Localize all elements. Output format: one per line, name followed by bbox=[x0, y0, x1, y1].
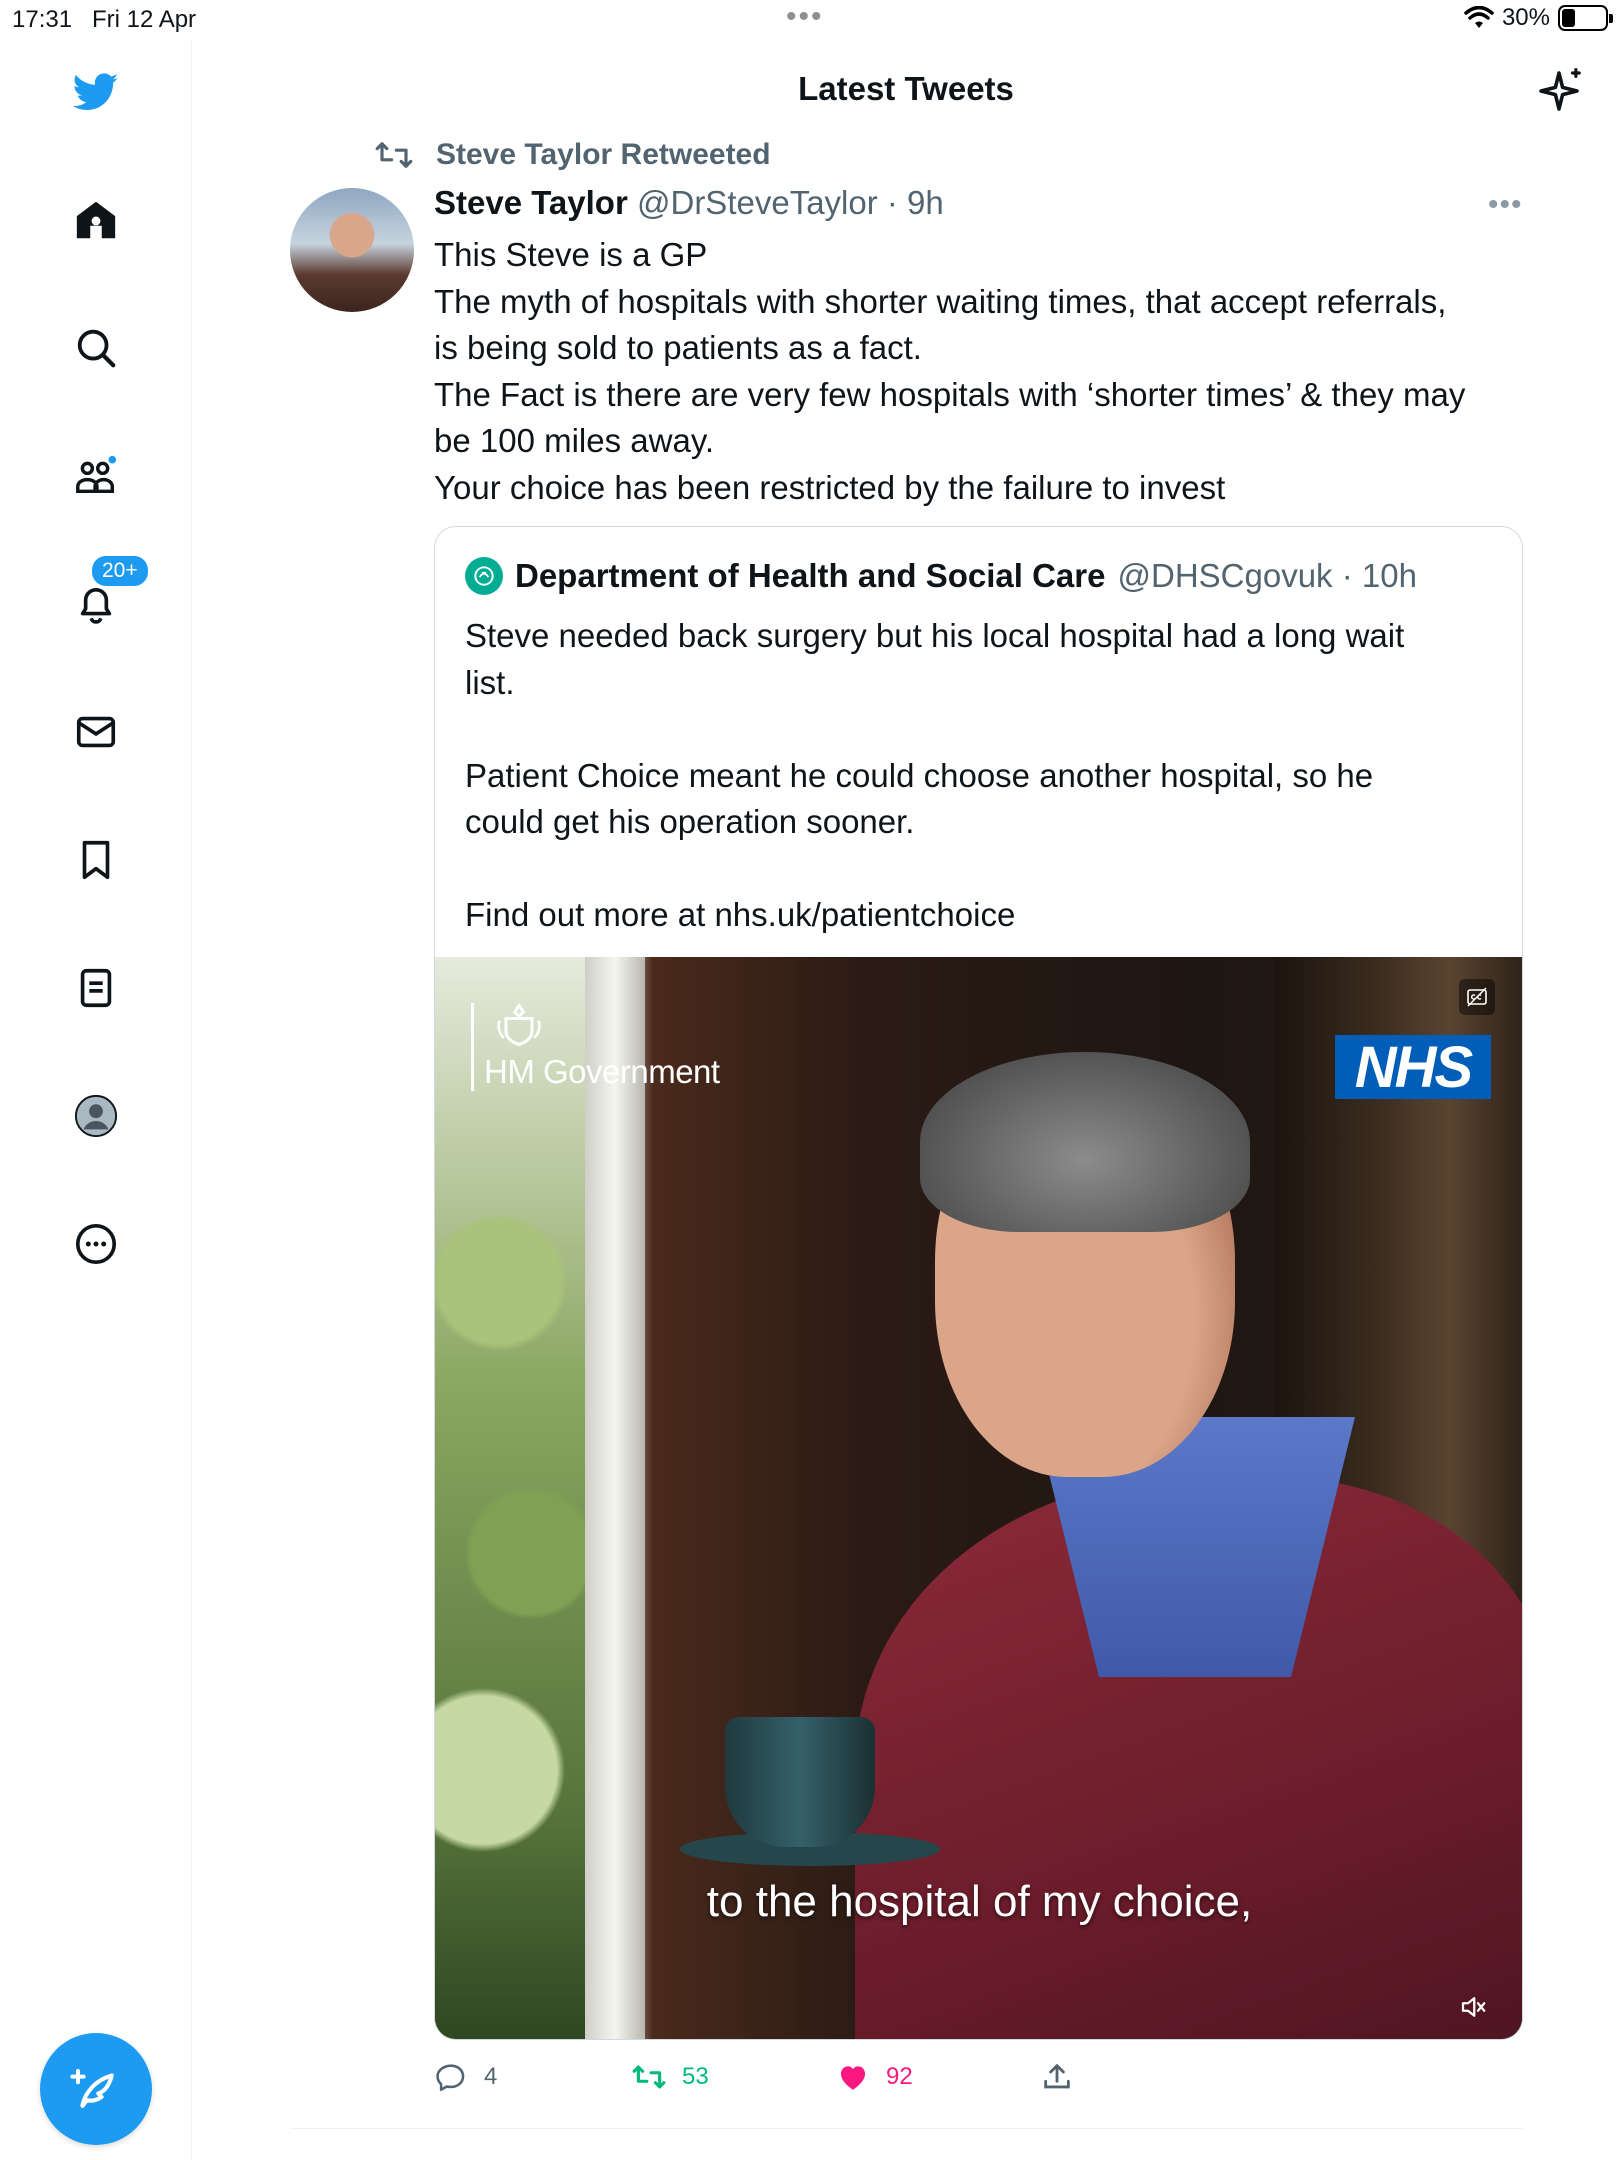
multitasking-dots-icon[interactable]: ••• bbox=[786, 0, 824, 34]
quoted-author-name[interactable]: Department of Health and Social Care bbox=[515, 557, 1105, 595]
tweet-text-line: The myth of hospitals with shorter waiti… bbox=[434, 282, 1447, 320]
hm-government-logo: HM Government bbox=[471, 1003, 720, 1091]
status-time: 17:31 bbox=[12, 6, 73, 33]
more-circle-icon[interactable] bbox=[70, 1218, 122, 1270]
messages-envelope-icon[interactable] bbox=[70, 706, 122, 758]
wifi-icon bbox=[1464, 6, 1494, 28]
status-date: Fri 12 Apr bbox=[92, 6, 197, 33]
status-right: 30% bbox=[1464, 4, 1613, 32]
notifications-badge: 20+ bbox=[90, 554, 150, 588]
profile-avatar-icon[interactable] bbox=[70, 1090, 122, 1142]
home-icon[interactable] bbox=[70, 194, 122, 246]
quoted-text-line: Find out more at nhs.uk/patientchoice bbox=[465, 896, 1016, 933]
tweet-actions: 4 53 92 bbox=[434, 2060, 1154, 2100]
tweet-text-line: Your choice has been restricted by the f… bbox=[434, 468, 1226, 506]
quoted-text-line: list. bbox=[465, 663, 515, 701]
reply-count: 4 bbox=[484, 2063, 498, 2090]
teacup bbox=[725, 1717, 875, 1847]
retweet-count: 53 bbox=[682, 2063, 709, 2090]
quoted-text-line: Patient Choice meant he could choose ano… bbox=[465, 756, 1374, 794]
tweet-text-line: be 100 miles away. bbox=[434, 422, 715, 459]
tweet-text: This Steve is a GP The myth of hospitals… bbox=[434, 232, 1514, 511]
status-bar: 17:31 Fri 12 Apr ••• 30% bbox=[0, 0, 1620, 40]
video-subtitle: to the hospital of my choice, bbox=[706, 1877, 1253, 1926]
retweet-action-icon bbox=[632, 2065, 666, 2089]
tweet-text-line: This Steve is a GP bbox=[434, 236, 708, 273]
retweeted-by-label: Steve Taylor Retweeted bbox=[436, 138, 771, 171]
author-meta[interactable]: @DrSteveTaylor · 9h bbox=[637, 184, 944, 221]
like-button[interactable]: 92 bbox=[836, 2060, 913, 2094]
retweet-button[interactable]: 53 bbox=[632, 2060, 709, 2094]
share-button[interactable] bbox=[1040, 2060, 1074, 2094]
like-count: 92 bbox=[886, 2063, 913, 2090]
quoted-text-line: could get his operation sooner. bbox=[465, 803, 915, 840]
author-avatar[interactable] bbox=[290, 188, 414, 312]
bookmark-icon[interactable] bbox=[70, 834, 122, 886]
retweet-context[interactable]: Steve Taylor Retweeted bbox=[374, 138, 771, 172]
quoted-header: Department of Health and Social Care @DH… bbox=[465, 557, 1417, 595]
page-title: Latest Tweets bbox=[798, 70, 1014, 107]
tweet-header: Steve Taylor @DrSteveTaylor · 9h bbox=[434, 184, 944, 222]
video-media[interactable]: HM Government NHS to the hospital of my … bbox=[435, 957, 1522, 2039]
tweet-more-icon[interactable]: ••• bbox=[1488, 188, 1523, 222]
compose-feather-icon bbox=[70, 2068, 114, 2108]
battery-percent: 30% bbox=[1501, 4, 1550, 31]
quoted-text-line bbox=[465, 846, 1485, 893]
tweet-text-line: The Fact is there are very few hospitals… bbox=[434, 375, 1466, 413]
author-name[interactable]: Steve Taylor bbox=[434, 184, 628, 221]
reply-icon bbox=[436, 2064, 465, 2092]
reply-button[interactable]: 4 bbox=[434, 2060, 497, 2094]
lists-icon[interactable] bbox=[70, 962, 122, 1014]
captions-icon[interactable] bbox=[1459, 979, 1495, 1015]
battery-icon bbox=[1558, 5, 1613, 31]
compose-tweet-button[interactable] bbox=[40, 2033, 152, 2145]
quoted-text-line bbox=[465, 706, 1485, 753]
retweet-icon bbox=[375, 142, 413, 168]
quoted-text: Steve needed back surgery but his local … bbox=[465, 613, 1485, 939]
quoted-text-line: Steve needed back surgery but his local … bbox=[465, 617, 1405, 654]
man-hair bbox=[920, 1052, 1250, 1232]
tweet-divider bbox=[290, 2128, 1523, 2129]
nhs-logo: NHS bbox=[1335, 1035, 1491, 1100]
communities-icon[interactable] bbox=[70, 450, 122, 502]
search-icon[interactable] bbox=[70, 322, 122, 374]
quoted-tweet[interactable]: Department of Health and Social Care @DH… bbox=[434, 526, 1523, 2040]
dhsc-crest-icon bbox=[465, 557, 503, 595]
heart-icon bbox=[840, 2066, 866, 2090]
mute-icon[interactable] bbox=[1455, 1989, 1491, 2025]
sparkle-icon[interactable] bbox=[1532, 64, 1586, 118]
tweet-text-line: is being sold to patients as a fact. bbox=[434, 329, 922, 366]
share-icon bbox=[1044, 2064, 1070, 2089]
sidebar: 20+ bbox=[0, 40, 192, 2160]
quoted-author-meta[interactable]: @DHSCgovuk · 10h bbox=[1117, 557, 1416, 595]
